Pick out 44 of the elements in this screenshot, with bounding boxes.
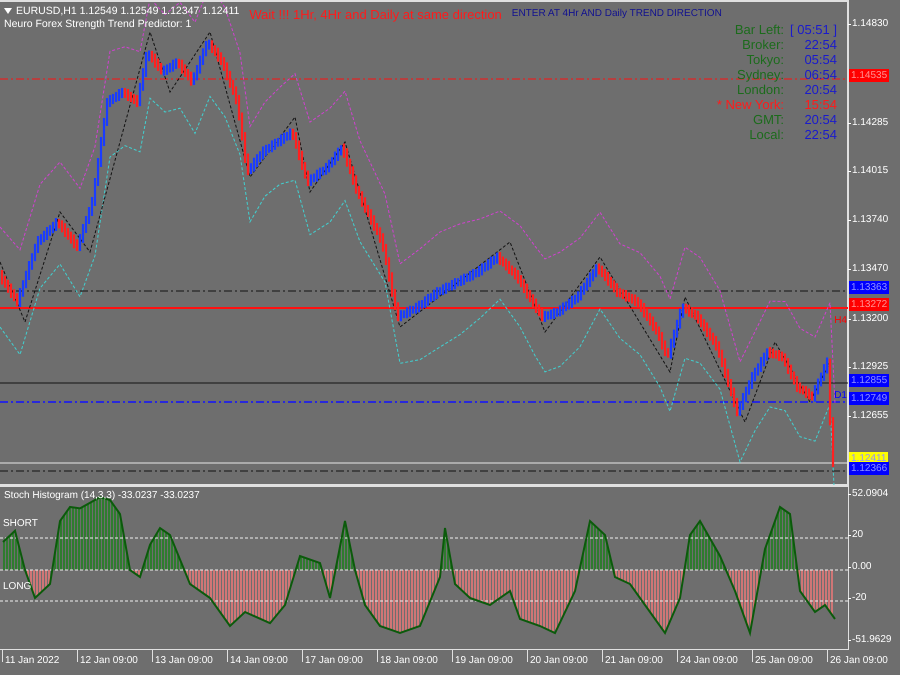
warning-message: Wait !!! 1Hr, 4Hr and Daily at same direction	[249, 7, 502, 22]
indicator-title: Stoch Histogram (14,3,3) -33.0237 -33.0237	[4, 490, 200, 501]
clock-time: 05:54	[803, 52, 837, 67]
price-tag: 1.12366	[849, 462, 890, 475]
time-label: 24 Jan 09:00	[677, 650, 752, 662]
time-label: 21 Jan 09:00	[602, 650, 677, 662]
time-label: 12 Jan 09:00	[77, 650, 152, 662]
price-tag: 1.13363	[849, 281, 890, 294]
price-tag: 1.14535	[849, 69, 890, 82]
price-tag: 1.12855	[849, 374, 890, 387]
price-tag: 1.12749	[849, 392, 890, 405]
clock-time: [ 05:51 ]	[790, 22, 837, 37]
time-label: 25 Jan 09:00	[752, 650, 827, 662]
clock-label: * New York:	[716, 97, 784, 112]
clock-time: 22:54	[803, 127, 837, 142]
time-label: 11 Jan 2022	[2, 650, 77, 662]
symbol-quote: EURUSD,H1 1.12549 1.12549 1.12347 1.12411	[16, 5, 240, 17]
clock-time: 06:54	[803, 67, 837, 82]
clock-label: Broker:	[741, 37, 784, 52]
time-label: 26 Jan 09:00	[827, 650, 900, 662]
price-tag: 1.13272	[849, 298, 890, 311]
clock-label: Tokyo:	[745, 52, 784, 67]
signal-message: ENTER AT 4Hr AND Daily TREND DIRECTION	[512, 8, 722, 19]
line-label: D1	[834, 390, 847, 401]
level-label: SHORT	[3, 518, 38, 529]
clock-label: Local:	[748, 127, 784, 142]
clock-time: 20:54	[803, 82, 837, 97]
clock-label: Sydney:	[736, 67, 784, 82]
time-label: 19 Jan 09:00	[452, 650, 527, 662]
time-label: 20 Jan 09:00	[527, 650, 602, 662]
clock-time: 15:54	[803, 97, 837, 112]
time-label: 18 Jan 09:00	[377, 650, 452, 662]
time-label: 13 Jan 09:00	[152, 650, 227, 662]
indicator-name: Neuro Forex Strength Trend Predictor: 1	[4, 18, 192, 30]
line-label: H4	[834, 315, 847, 326]
level-label: LONG	[3, 581, 32, 592]
clock-time: 22:54	[803, 37, 837, 52]
dropdown-triangle-icon[interactable]	[4, 8, 12, 14]
time-label: 17 Jan 09:00	[302, 650, 377, 662]
clock-label: GMT:	[752, 112, 784, 127]
clock-label: London:	[736, 82, 784, 97]
time-label: 14 Jan 09:00	[227, 650, 302, 662]
clock-label: Bar Left:	[734, 22, 784, 37]
clock-time: 20:54	[803, 112, 837, 127]
